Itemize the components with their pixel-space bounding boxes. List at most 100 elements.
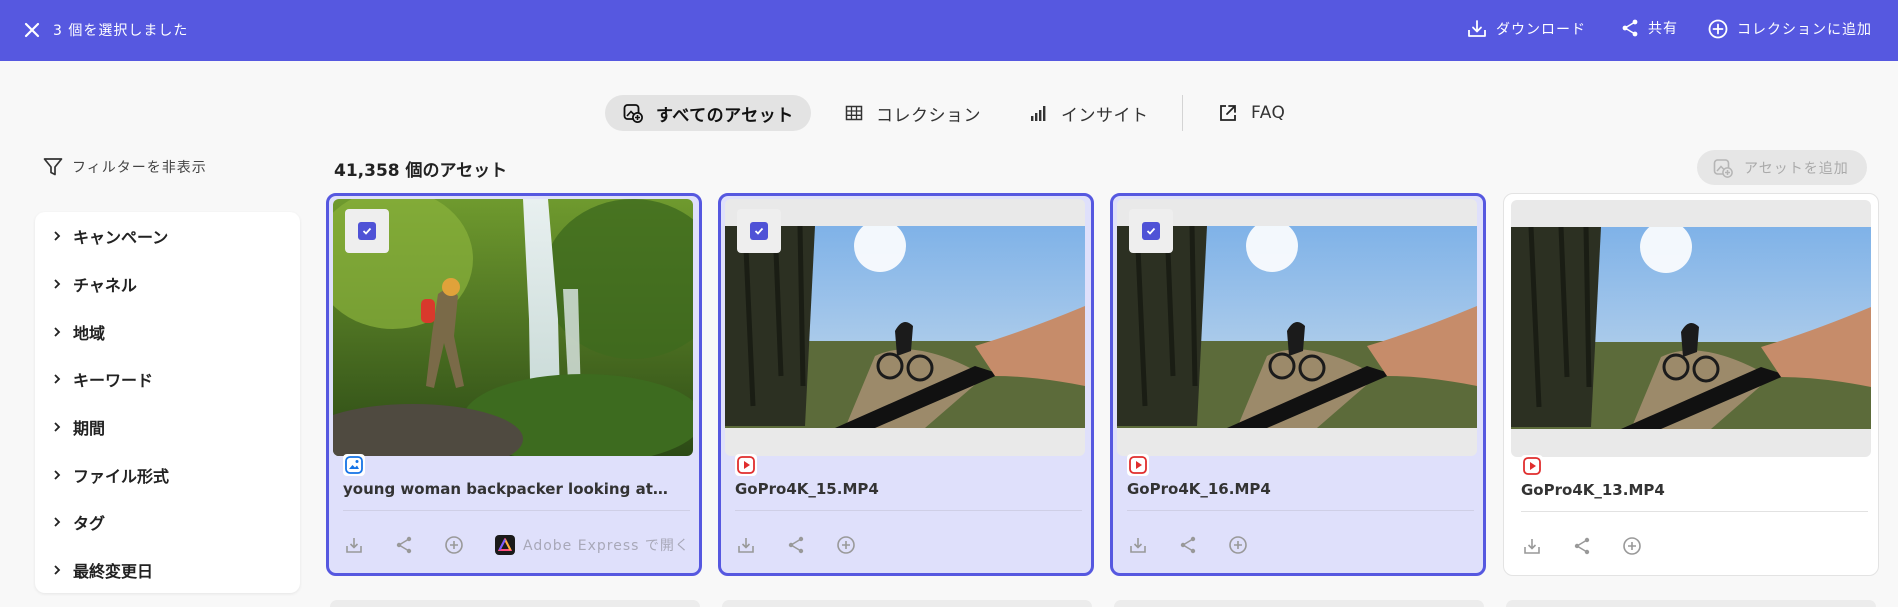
plus-circle-icon — [1707, 18, 1729, 40]
open-in-adobe-express-link[interactable]: Adobe Express で開く — [495, 535, 690, 555]
video-type-icon — [735, 454, 757, 476]
asset-card[interactable]: young woman backpacker looking at the wa… — [326, 193, 702, 576]
download-icon — [1466, 18, 1488, 40]
tab-collections-label: コレクション — [876, 105, 981, 126]
checkmark-icon — [1142, 222, 1160, 240]
tab-all-assets-label: すべてのアセット — [656, 105, 794, 126]
filter-channel[interactable]: チャネル — [51, 272, 137, 296]
filter-period[interactable]: 期間 — [51, 415, 105, 439]
asset-title: young woman backpacker looking at the wa… — [343, 480, 673, 498]
download-icon[interactable] — [735, 534, 757, 556]
divider — [735, 510, 1082, 511]
asset-thumbnail — [1117, 199, 1477, 456]
plus-circle-icon[interactable] — [1621, 535, 1643, 557]
share-icon — [1620, 18, 1640, 38]
filter-last-modified[interactable]: 最終変更日 — [51, 558, 153, 582]
share-label: 共有 — [1648, 21, 1678, 37]
filter-label: 地域 — [73, 324, 106, 343]
filter-label: ファイル形式 — [73, 467, 170, 486]
video-frame — [1511, 227, 1871, 429]
add-image-icon — [1712, 157, 1734, 179]
tab-insights-label: インサイト — [1061, 105, 1149, 126]
tab-insights[interactable]: インサイト — [1012, 95, 1166, 131]
chevron-right-icon — [51, 421, 63, 433]
share-icon[interactable] — [1571, 535, 1593, 557]
grid-icon — [844, 103, 864, 123]
asset-title: GoPro4K_15.MP4 — [735, 480, 879, 498]
video-type-icon — [1127, 454, 1149, 476]
card-actions: Adobe Express で開く — [343, 534, 690, 556]
card-actions — [1127, 534, 1277, 556]
next-row-card — [330, 600, 700, 607]
chevron-right-icon — [51, 230, 63, 242]
asset-card[interactable]: GoPro4K_13.MP4 — [1503, 193, 1879, 576]
asset-count: 41,358 個のアセット — [334, 161, 508, 181]
share-icon[interactable] — [1177, 534, 1199, 556]
hide-filters-button[interactable]: フィルターを非表示 — [42, 156, 207, 178]
download-button[interactable]: ダウンロード — [1466, 18, 1586, 40]
filter-label: チャネル — [73, 276, 137, 295]
chevron-right-icon — [51, 373, 63, 385]
divider — [343, 510, 690, 511]
divider — [1127, 510, 1474, 511]
divider — [1521, 511, 1868, 512]
tab-all-assets[interactable]: すべてのアセット — [605, 95, 811, 131]
filter-file-type[interactable]: ファイル形式 — [51, 463, 169, 487]
share-icon[interactable] — [785, 534, 807, 556]
next-row-card — [1114, 600, 1484, 607]
tab-faq-label: FAQ — [1251, 103, 1286, 123]
image-type-icon — [343, 454, 365, 476]
plus-circle-icon[interactable] — [1227, 534, 1249, 556]
add-to-collection-button[interactable]: コレクションに追加 — [1707, 18, 1872, 40]
asset-card[interactable]: GoPro4K_15.MP4 — [718, 193, 1094, 576]
download-icon[interactable] — [343, 534, 365, 556]
card-actions — [735, 534, 885, 556]
chevron-right-icon — [51, 564, 63, 576]
close-icon[interactable] — [20, 18, 44, 42]
video-frame — [725, 226, 1085, 428]
asset-title: GoPro4K_16.MP4 — [1127, 480, 1271, 498]
plus-circle-icon[interactable] — [835, 534, 857, 556]
filter-keyword[interactable]: キーワード — [51, 367, 153, 391]
filter-label: キーワード — [73, 371, 154, 390]
download-icon[interactable] — [1127, 534, 1149, 556]
download-icon[interactable] — [1521, 535, 1543, 557]
checkmark-icon — [750, 222, 768, 240]
chevron-right-icon — [51, 326, 63, 338]
select-checkbox[interactable] — [737, 209, 781, 253]
filter-tag[interactable]: タグ — [51, 510, 105, 534]
share-button[interactable]: 共有 — [1620, 18, 1678, 38]
adobe-express-logo-icon — [495, 535, 515, 555]
selection-count-text: 3 個を選択しました — [53, 23, 189, 39]
select-checkbox[interactable] — [1129, 209, 1173, 253]
download-label: ダウンロード — [1496, 22, 1586, 38]
filter-label: キャンペーン — [73, 228, 169, 247]
filter-campaign[interactable]: キャンペーン — [51, 224, 168, 248]
add-asset-label: アセットを追加 — [1744, 160, 1849, 177]
checkmark-icon — [358, 222, 376, 240]
external-link-icon — [1217, 102, 1239, 124]
selection-bar: 3 個を選択しました ダウンロード 共有 コレクションに追加 — [0, 0, 1898, 61]
open-in-adobe-express-label: Adobe Express で開く — [523, 538, 690, 554]
filter-label: 最終変更日 — [73, 562, 154, 581]
asset-card[interactable]: GoPro4K_16.MP4 — [1110, 193, 1486, 576]
hide-filters-label: フィルターを非表示 — [72, 160, 207, 176]
video-frame — [1117, 226, 1477, 428]
select-checkbox[interactable] — [345, 209, 389, 253]
plus-circle-icon[interactable] — [443, 534, 465, 556]
tab-collections[interactable]: コレクション — [827, 95, 998, 131]
main-tabs: すべてのアセット コレクション インサイト FAQ — [0, 95, 1898, 133]
chevron-right-icon — [51, 469, 63, 481]
add-asset-button[interactable]: アセットを追加 — [1697, 150, 1867, 185]
filter-icon — [42, 156, 64, 178]
filter-label: タグ — [73, 514, 106, 533]
share-icon[interactable] — [393, 534, 415, 556]
tab-faq[interactable]: FAQ — [1200, 95, 1302, 131]
filter-panel: キャンペーン チャネル 地域 キーワード 期間 ファイル形式 タグ 最終変更日 — [35, 212, 300, 593]
chevron-right-icon — [51, 278, 63, 290]
chevron-right-icon — [51, 516, 63, 528]
bar-chart-icon — [1029, 103, 1049, 123]
filter-label: 期間 — [73, 419, 106, 438]
filter-region[interactable]: 地域 — [51, 320, 105, 344]
video-type-icon — [1521, 455, 1543, 477]
